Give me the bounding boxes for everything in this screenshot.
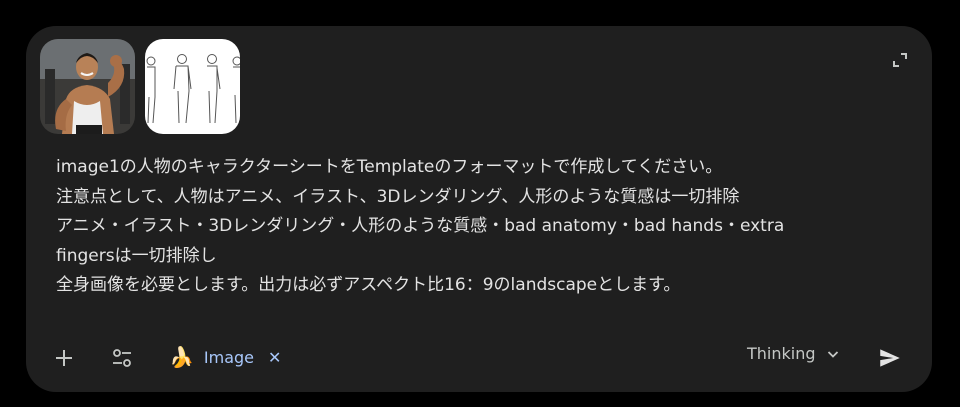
prompt-line: アニメ・イラスト・3Dレンダリング・人形のような質感・bad anatomy・b… <box>56 216 785 236</box>
tune-sliders-icon <box>113 349 131 367</box>
plus-icon <box>56 350 72 366</box>
image-tool-label: Image <box>203 347 255 367</box>
tools-button[interactable] <box>110 346 134 370</box>
banana-icon: 🍌 <box>169 345 194 369</box>
attachment-thumbnail-photo[interactable] <box>40 39 135 134</box>
photo-thumbnail-icon <box>40 39 135 134</box>
image-tool-chip[interactable]: 🍌 Image ✕ <box>169 342 281 372</box>
prompt-line: fingersは一切排除し <box>56 245 217 266</box>
chevron-down-icon <box>827 350 838 358</box>
expand-icon[interactable] <box>892 52 908 68</box>
prompt-line: image1の人物のキャラクターシートをTemplateのフォーマットで作成して… <box>56 157 723 177</box>
close-icon[interactable]: ✕ <box>268 348 281 367</box>
add-attachment-button[interactable] <box>52 346 76 370</box>
prompt-text[interactable]: image1の人物のキャラクターシートをTemplateのフォーマットで作成して… <box>56 153 866 301</box>
prompt-line: 注意点として、人物はアニメ、イラスト、3Dレンダリング、人形のような質感は一切排… <box>56 186 740 207</box>
model-mode-dropdown[interactable]: Thinking <box>747 344 840 363</box>
prompt-composer: image1の人物のキャラクターシートをTemplateのフォーマットで作成して… <box>26 26 932 392</box>
sketch-thumbnail-icon <box>145 39 240 134</box>
mode-label: Thinking <box>747 344 816 363</box>
attachment-list <box>40 39 240 134</box>
prompt-line: 全身画像を必要とします。出力は必ずアスペクト比16：9のlandscapeとしま… <box>56 275 681 295</box>
send-icon <box>880 349 900 367</box>
send-button[interactable] <box>877 344 905 372</box>
composer-toolbar: 🍌 Image ✕ Thinking <box>26 318 932 392</box>
attachment-thumbnail-sketch[interactable] <box>145 39 240 134</box>
